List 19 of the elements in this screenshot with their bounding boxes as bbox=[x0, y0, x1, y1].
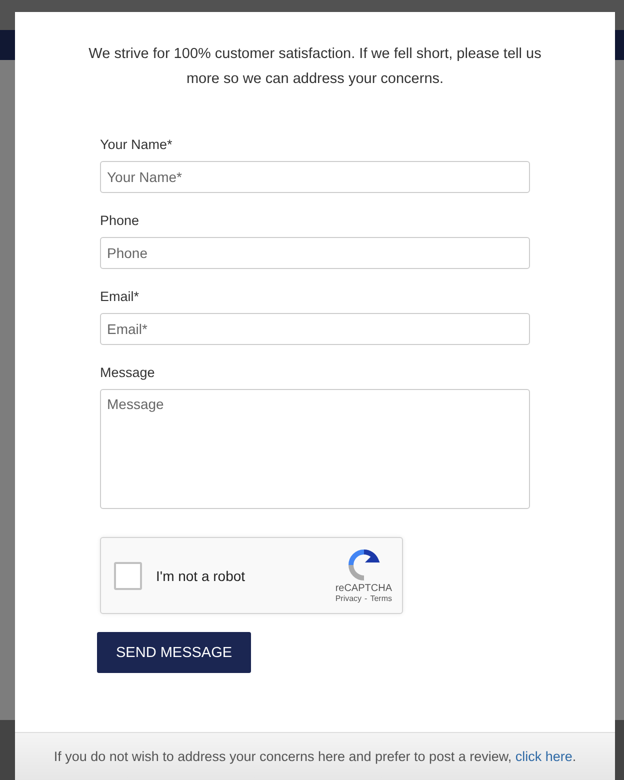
field-label: Message bbox=[100, 365, 155, 381]
checkbox[interactable] bbox=[114, 562, 142, 590]
terms-link[interactable]: Terms bbox=[370, 594, 392, 602]
intro-text: We strive for 100% customer satisfaction. If we fell short, please tell us more so we can address your concerns. bbox=[88, 45, 542, 89]
input-field[interactable]: Email* bbox=[100, 313, 530, 345]
privacy-link[interactable]: Privacy bbox=[335, 594, 362, 602]
input-field[interactable]: Your Name* bbox=[100, 161, 530, 193]
input-field[interactable]: Phone bbox=[100, 237, 530, 269]
click-here-link[interactable]: click here bbox=[515, 749, 572, 764]
captcha-label: I'm not a robot bbox=[156, 568, 246, 584]
send-message-button[interactable]: SEND MESSAGE bbox=[97, 632, 252, 673]
separator-text: - bbox=[364, 594, 368, 602]
message-field[interactable]: Message bbox=[100, 389, 530, 509]
field-label: Email* bbox=[100, 289, 140, 305]
field-label: Your Name* bbox=[100, 137, 172, 153]
captcha-brand: reCAPTCHA bbox=[335, 582, 392, 594]
recaptcha-logo-icon bbox=[348, 548, 380, 580]
field-label: Phone bbox=[100, 213, 140, 229]
footer-text: If you do not wish to address your concerns here and prefer to post a review, click here. bbox=[54, 749, 576, 764]
